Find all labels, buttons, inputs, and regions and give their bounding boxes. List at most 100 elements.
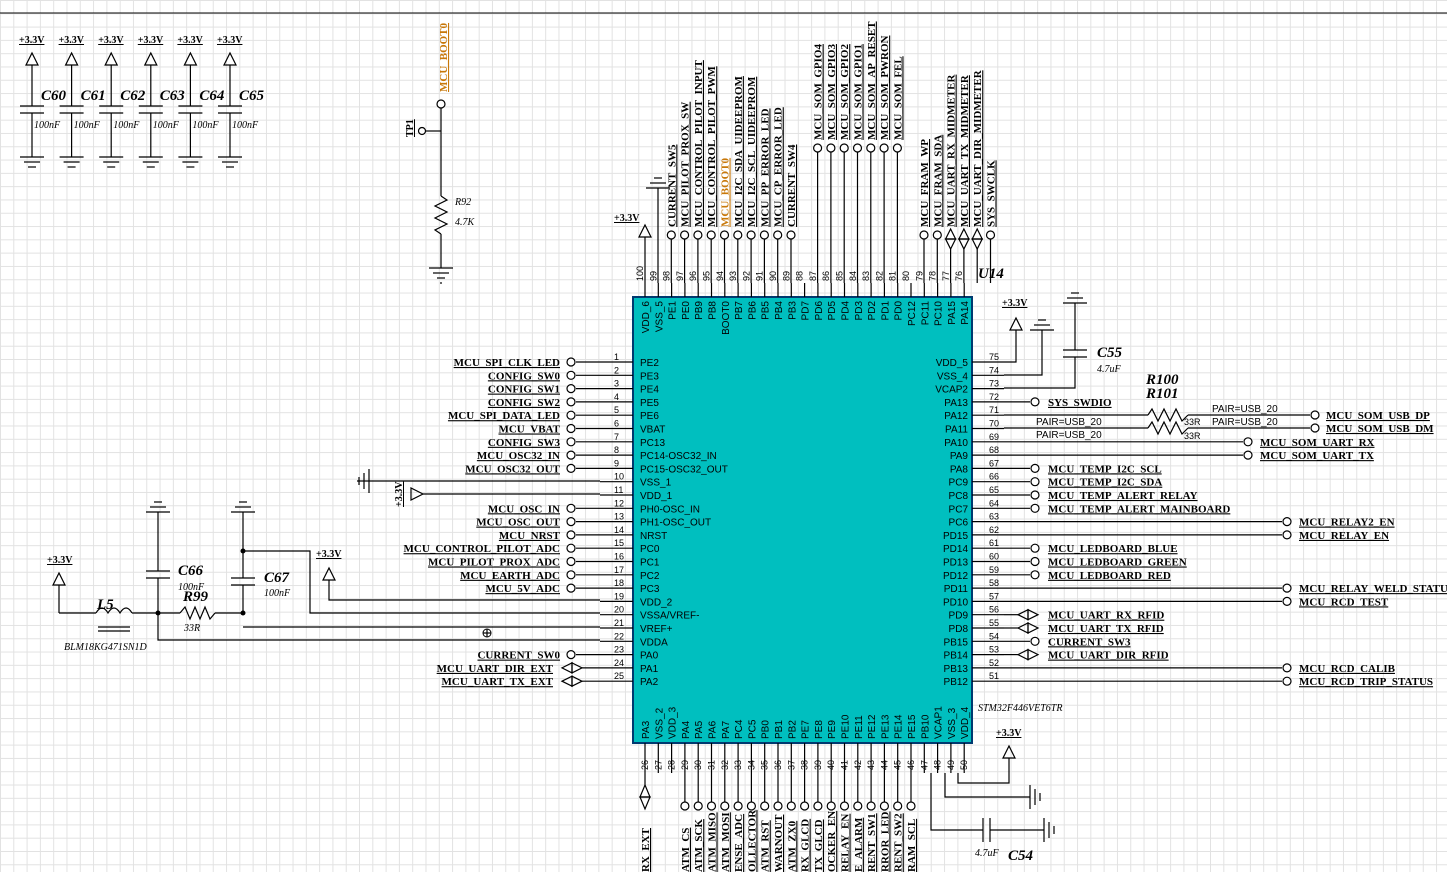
- cap-value: 100nF: [34, 120, 61, 131]
- pin-name: PA0: [640, 651, 659, 662]
- pin-left-1[interactable]: 1 PE2 MCU_SPI_CLK_LED: [454, 352, 660, 369]
- vcc-label-vdd5: +3.3V: [1002, 298, 1028, 309]
- pin-number: 3: [614, 379, 619, 389]
- pin-number: 70: [989, 419, 999, 429]
- pin-number: 21: [614, 618, 624, 628]
- usb-dp-net: MCU_SOM_USB_DP: [1326, 410, 1430, 422]
- net-label: E_ALARM: [853, 817, 865, 872]
- pin-number: 49: [946, 760, 956, 770]
- r101-ref: R101: [1145, 386, 1179, 402]
- pin-number: 26: [640, 760, 650, 770]
- pin-bottom-28[interactable]: 28 VDD_3: [667, 706, 679, 773]
- net-label: ATM_RST: [760, 820, 772, 872]
- pin-number: 72: [989, 392, 999, 402]
- usb-pair-label-4: PAIR=USB_20: [1036, 430, 1102, 441]
- vcc-label: +3.3V: [98, 35, 124, 46]
- net-label: MCU_UART_DIR_MIDMETER: [972, 69, 984, 227]
- pin-name: PA5: [694, 720, 705, 739]
- pin-number: 62: [989, 525, 999, 535]
- pin-number: 1: [614, 352, 619, 362]
- cap-c60[interactable]: +3.3V C60 100nF: [19, 35, 67, 168]
- pin-bottom-42[interactable]: 42 PE11 E_ALARM: [853, 715, 865, 872]
- net-label: MCU_RCD_TRIP_STATUS: [1299, 676, 1433, 688]
- pin-number: 65: [989, 485, 999, 495]
- pin-name: VSS_1: [640, 478, 672, 489]
- pin-name: VDD_4: [960, 706, 971, 739]
- r99-resistor: [179, 605, 216, 621]
- cap-value: 100nF: [232, 120, 259, 131]
- pin-bottom-48[interactable]: 48 VCAP1: [933, 706, 945, 773]
- pin-name: VDD_5: [936, 358, 969, 369]
- net-label: MCU_TEMP_I2C_SCL: [1048, 463, 1162, 475]
- pin-name: PB6: [747, 301, 758, 320]
- net-label: MCU_SOM_AP_RESET: [866, 21, 878, 140]
- pin-bottom-44[interactable]: 44 PE13 RROR_LED: [879, 714, 891, 872]
- pin-top-x[interactable]: SYS_SWCLK: [986, 160, 998, 283]
- vcc-label-vdd2: +3.3V: [316, 549, 342, 560]
- tp1-testpoint[interactable]: [417, 126, 427, 136]
- pin-name: PC2: [640, 571, 660, 582]
- pin-number: 31: [707, 760, 717, 770]
- pin-number: 13: [614, 512, 624, 522]
- pin-name: PE6: [640, 411, 659, 422]
- pin-bottom-46[interactable]: 46 PE15 RAM_SCL: [906, 714, 918, 872]
- net-label: MCU_OSC_IN: [488, 503, 560, 515]
- cap-ref: C64: [199, 88, 225, 104]
- pin-name: PB10: [920, 714, 931, 739]
- pin-name: PE2: [640, 358, 659, 369]
- net-label: OLLECTOR: [746, 809, 758, 872]
- pin-number: 83: [861, 271, 871, 281]
- pin-name: PA8: [950, 464, 969, 475]
- pin-name: PE7: [801, 720, 812, 739]
- cap-value: 100nF: [113, 120, 140, 131]
- pin-right-56[interactable]: 56 PD9 MCU_UART_RX_RFID: [949, 605, 1165, 622]
- pin-number: 25: [614, 671, 624, 681]
- pin-right-58[interactable]: 58 PD11 MCU_RELAY_WELD_STATUS: [944, 578, 1447, 595]
- pin-name: PC12: [907, 301, 918, 326]
- pin-number: 76: [954, 271, 964, 281]
- pin-number: 80: [901, 271, 911, 281]
- pin-right-52[interactable]: 52 PB13 MCU_RCD_CALIB: [944, 658, 1396, 675]
- pin-right-67[interactable]: 67 PA8 MCU_TEMP_I2C_SCL: [950, 458, 1162, 475]
- pin-number: 22: [614, 631, 624, 641]
- bottom-pin-group: 26 PA3 RX_EXT 27 VSS_2 28 VDD_3 29 PA4 ATM_CS 30 PA…: [639, 706, 971, 872]
- net-label: MCU_5V_ADC: [485, 583, 560, 595]
- pin-name: PA10: [944, 438, 968, 449]
- pin-name: PA15: [947, 301, 958, 325]
- pin-left-23[interactable]: 23 PA0 CURRENT_SW0: [477, 645, 658, 662]
- pin-number: 78: [928, 271, 938, 281]
- pin-number: 20: [614, 605, 624, 615]
- pin-name: PE0: [681, 301, 692, 320]
- pin-bottom-43[interactable]: 43 PE12 RENT_SW1: [866, 714, 878, 872]
- pin-name: VCAP2: [935, 385, 968, 396]
- pin-bottom-45[interactable]: 45 PE14 RENT_SW2: [893, 714, 905, 872]
- pin-number: 96: [688, 271, 698, 281]
- net-label: MCU_VBAT: [498, 424, 560, 436]
- pin-name: VDD_2: [640, 597, 673, 608]
- pin-name: PC9: [949, 478, 969, 489]
- pin-name: PA7: [721, 720, 732, 739]
- vcc-label: +3.3V: [177, 35, 203, 46]
- vcc-label: +3.3V: [19, 35, 45, 46]
- pin-right-61[interactable]: 61 PD14 MCU_LEDBOARD_BLUE: [943, 538, 1178, 555]
- pin-bottom-41[interactable]: 41 PE10 RELAY_EN: [840, 714, 852, 872]
- pin-number: 9: [614, 458, 619, 468]
- pin-bottom-50[interactable]: 50 VDD_4: [959, 706, 971, 773]
- usb-pair-label-3: PAIR=USB_20: [1036, 417, 1102, 428]
- net-label: ATM_MISO: [707, 812, 719, 872]
- pin-number: 40: [826, 760, 836, 770]
- net-label: SYS_SWCLK: [986, 160, 998, 227]
- pin-name: VSSA/VREF-: [640, 611, 699, 622]
- pin-name: VSS_5: [654, 301, 665, 333]
- pin-number: 94: [715, 271, 725, 281]
- pin-name: PC15-OSC32_OUT: [640, 464, 728, 475]
- pin-name: PC0: [640, 544, 660, 555]
- pin-right-69[interactable]: 69 PA10 MCU_SOM_UART_RX: [944, 432, 1374, 449]
- pin-name: PD11: [944, 584, 969, 595]
- pin-number: 5: [614, 405, 619, 415]
- pin-name: VCAP1: [934, 706, 945, 739]
- pin-number: 86: [821, 271, 831, 281]
- pin-number: 4: [614, 392, 619, 402]
- pin-number: 39: [813, 760, 823, 770]
- net-label: MCU_OSC_OUT: [476, 517, 560, 529]
